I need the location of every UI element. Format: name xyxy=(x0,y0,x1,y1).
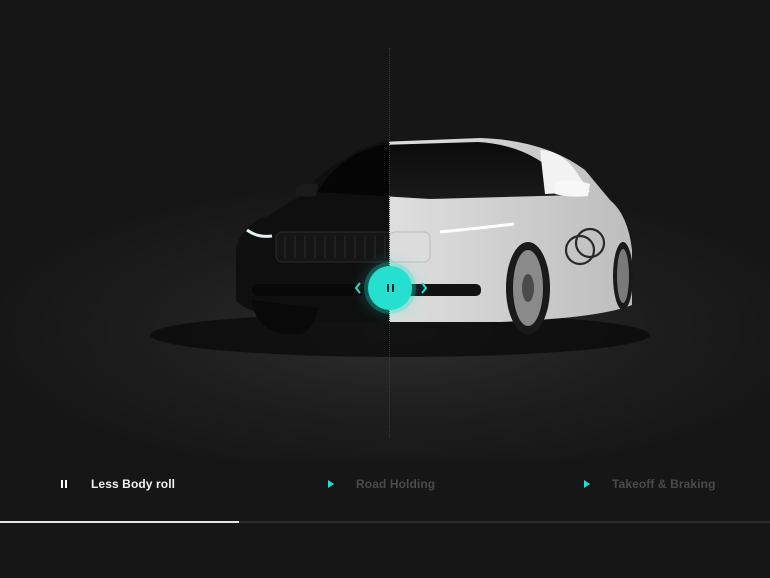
play-icon xyxy=(584,480,590,488)
play-icon xyxy=(328,480,334,488)
tab-takeoff-braking[interactable]: Takeoff & Braking xyxy=(584,472,716,496)
progress-bar xyxy=(0,521,770,523)
comparison-divider xyxy=(389,48,390,438)
car-comparison-stage xyxy=(0,0,770,460)
progress-fill xyxy=(0,521,239,523)
feature-tabs: Less Body roll Road Holding Takeoff & Br… xyxy=(0,462,770,522)
compare-slider-handle[interactable] xyxy=(368,266,412,310)
tab-label: Road Holding xyxy=(356,477,436,491)
tab-less-body-roll[interactable]: Less Body roll xyxy=(61,472,175,496)
pause-icon xyxy=(386,284,394,292)
chevron-left-icon[interactable] xyxy=(352,280,364,296)
tab-label: Less Body roll xyxy=(91,477,176,491)
pause-icon xyxy=(61,480,69,488)
tab-label: Takeoff & Braking xyxy=(612,477,716,491)
tab-road-holding[interactable]: Road Holding xyxy=(328,472,435,496)
chevron-right-icon[interactable] xyxy=(418,280,430,296)
car-image xyxy=(150,138,650,357)
